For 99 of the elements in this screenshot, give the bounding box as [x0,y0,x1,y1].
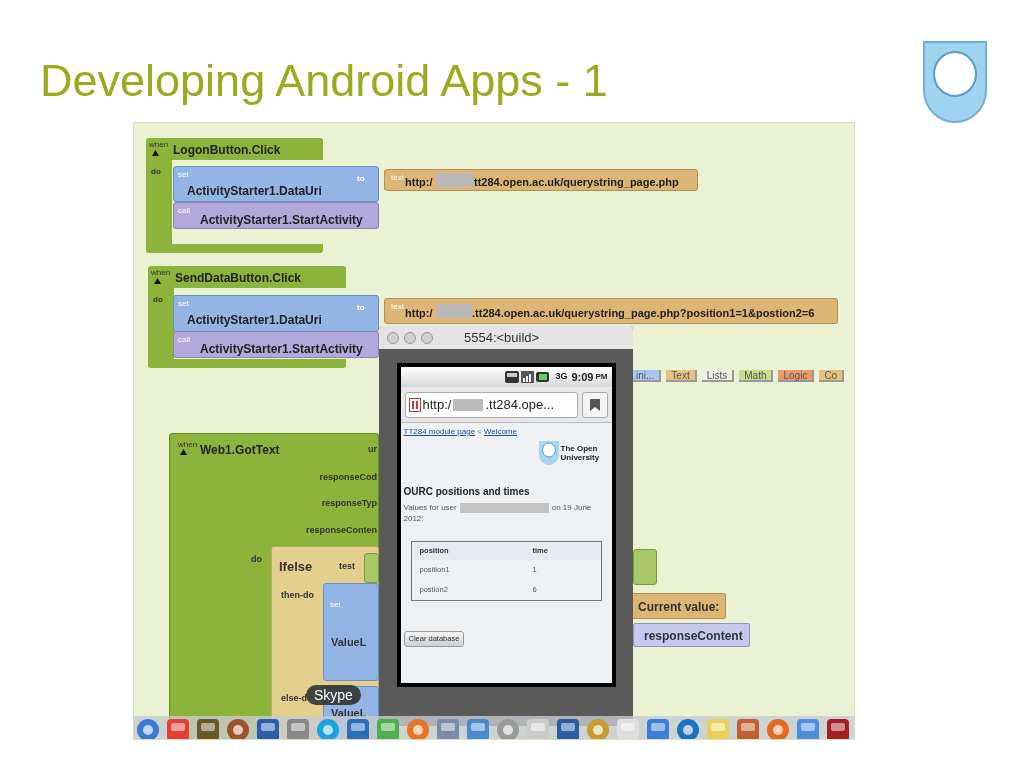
app-icon[interactable] [735,717,761,739]
block-label: set [178,298,189,310]
app-icon[interactable] [825,717,851,739]
url-start: http:/ [422,395,452,414]
block-label: Ifelse [279,558,313,576]
app-icon[interactable] [135,717,161,739]
app-icon[interactable] [495,717,521,739]
dock-tooltip: Skype [306,685,361,705]
parameter-label: responseTyp [320,497,377,510]
redaction-bar [436,173,474,187]
slide-title: Developing Android Apps - 1 [40,58,608,103]
block-label: do [251,553,262,566]
app-icon[interactable] [795,717,821,739]
block-label: call [178,205,190,217]
block-label: http:/ [405,175,433,190]
block-label: Web1.GotText [200,442,280,459]
parameter-label: responseCod [318,471,377,484]
redaction-bar [453,398,484,411]
app-icon[interactable] [285,717,311,739]
block-label: then-do [281,589,314,602]
bookmark-icon [589,398,600,411]
app-icon[interactable] [675,717,701,739]
breadcrumb-separator: < [477,426,482,438]
network-icon [505,371,520,383]
window-control-button[interactable] [421,331,433,344]
window-control-button[interactable] [404,331,416,344]
block-label: ActivityStarter1.DataUri [187,312,322,329]
block-label: .tt284.open.ac.uk/querystring_page.php?position1=1&postion2=6 [472,306,815,321]
status-time: 9:09 [571,369,594,385]
block-label: else-d [281,692,307,705]
block-label: when [149,139,169,151]
setter-block[interactable]: set ActivityStarter1.DataUri to [173,166,379,202]
block-label: SendDataButton.Click [175,270,301,287]
drawer-tab[interactable]: Lists [701,370,735,382]
block-label: http:/ [405,306,433,321]
page-heading: OURC positions and times [403,485,531,499]
window-title: 5554:<build> [464,328,540,347]
block-label: ActivityStarter1.DataUri [187,183,322,200]
app-icon[interactable] [435,717,461,739]
block-label: do [153,294,163,306]
socket-block[interactable] [364,553,379,583]
app-icon[interactable] [255,717,281,739]
block-label: when [178,439,198,451]
url-field[interactable]: http:/ .tt284.ope... [404,391,578,418]
parameter-label: ur [367,443,377,456]
page-icon [408,397,421,412]
redaction-bar [436,304,472,318]
app-icon[interactable] [465,717,491,739]
network-label: 3G [555,370,568,384]
breadcrumb-link[interactable]: TT284 module page [403,426,476,438]
app-icon[interactable] [765,717,791,739]
block-label: do [151,166,161,178]
setter-block[interactable]: set ActivityStarter1.DataUri to [173,295,379,332]
bookmark-button[interactable] [581,391,608,418]
block-label: call [178,334,190,346]
shield-logo [537,440,560,466]
url-end: .tt284.ope... [485,395,555,414]
window-control-button[interactable] [387,331,399,344]
method-block[interactable]: call ActivityStarter1.StartActivity [173,331,379,358]
block-label: when [151,267,171,279]
triangle-icon [154,278,161,284]
triangle-icon [152,150,159,156]
parameter-label: responseConten [305,524,377,537]
app-icon[interactable] [195,717,221,739]
block-label: text [391,172,404,184]
block-label: LogonButton.Click [173,142,281,159]
drawer-tab[interactable]: ini... [631,370,662,382]
block-label: tt284.open.ac.uk/querystring_page.php [474,175,679,190]
block-label: text [391,301,404,313]
block-label: ValueL [331,635,367,650]
block-label: to [357,302,365,314]
setter-block[interactable]: set ValueL [323,583,379,681]
app-icon[interactable] [555,717,581,739]
app-icon[interactable] [165,717,191,739]
signal-icon [521,371,535,383]
status-meridiem: PM [595,371,608,383]
drawer-tab[interactable]: Co [819,370,845,382]
text-block[interactable]: Current value: [631,593,727,619]
block-label: set [178,169,189,181]
block-label: to [357,173,365,185]
app-icon[interactable] [315,717,341,739]
drawer-tab[interactable]: Math [739,370,774,382]
variable-block[interactable]: responseContent [633,623,750,647]
socket-block[interactable] [633,549,657,585]
app-icon[interactable] [345,717,371,739]
drawer-tab[interactable]: Text [666,370,697,382]
block-label: ValueL [331,706,367,721]
logo-text: The Open University [560,444,601,462]
values-text: Values for user on 19 June 2012: [403,502,593,524]
breadcrumb-link[interactable]: Welcome [483,426,517,438]
block-label: set [330,599,341,611]
method-block[interactable]: call ActivityStarter1.StartActivity [173,202,379,229]
block-label: ActivityStarter1.StartActivity [200,212,363,229]
battery-icon [536,372,551,382]
app-icon[interactable] [405,717,431,739]
block-label: test [339,560,355,573]
app-icon[interactable] [225,717,251,739]
app-icon[interactable] [645,717,671,739]
triangle-icon [180,449,187,455]
